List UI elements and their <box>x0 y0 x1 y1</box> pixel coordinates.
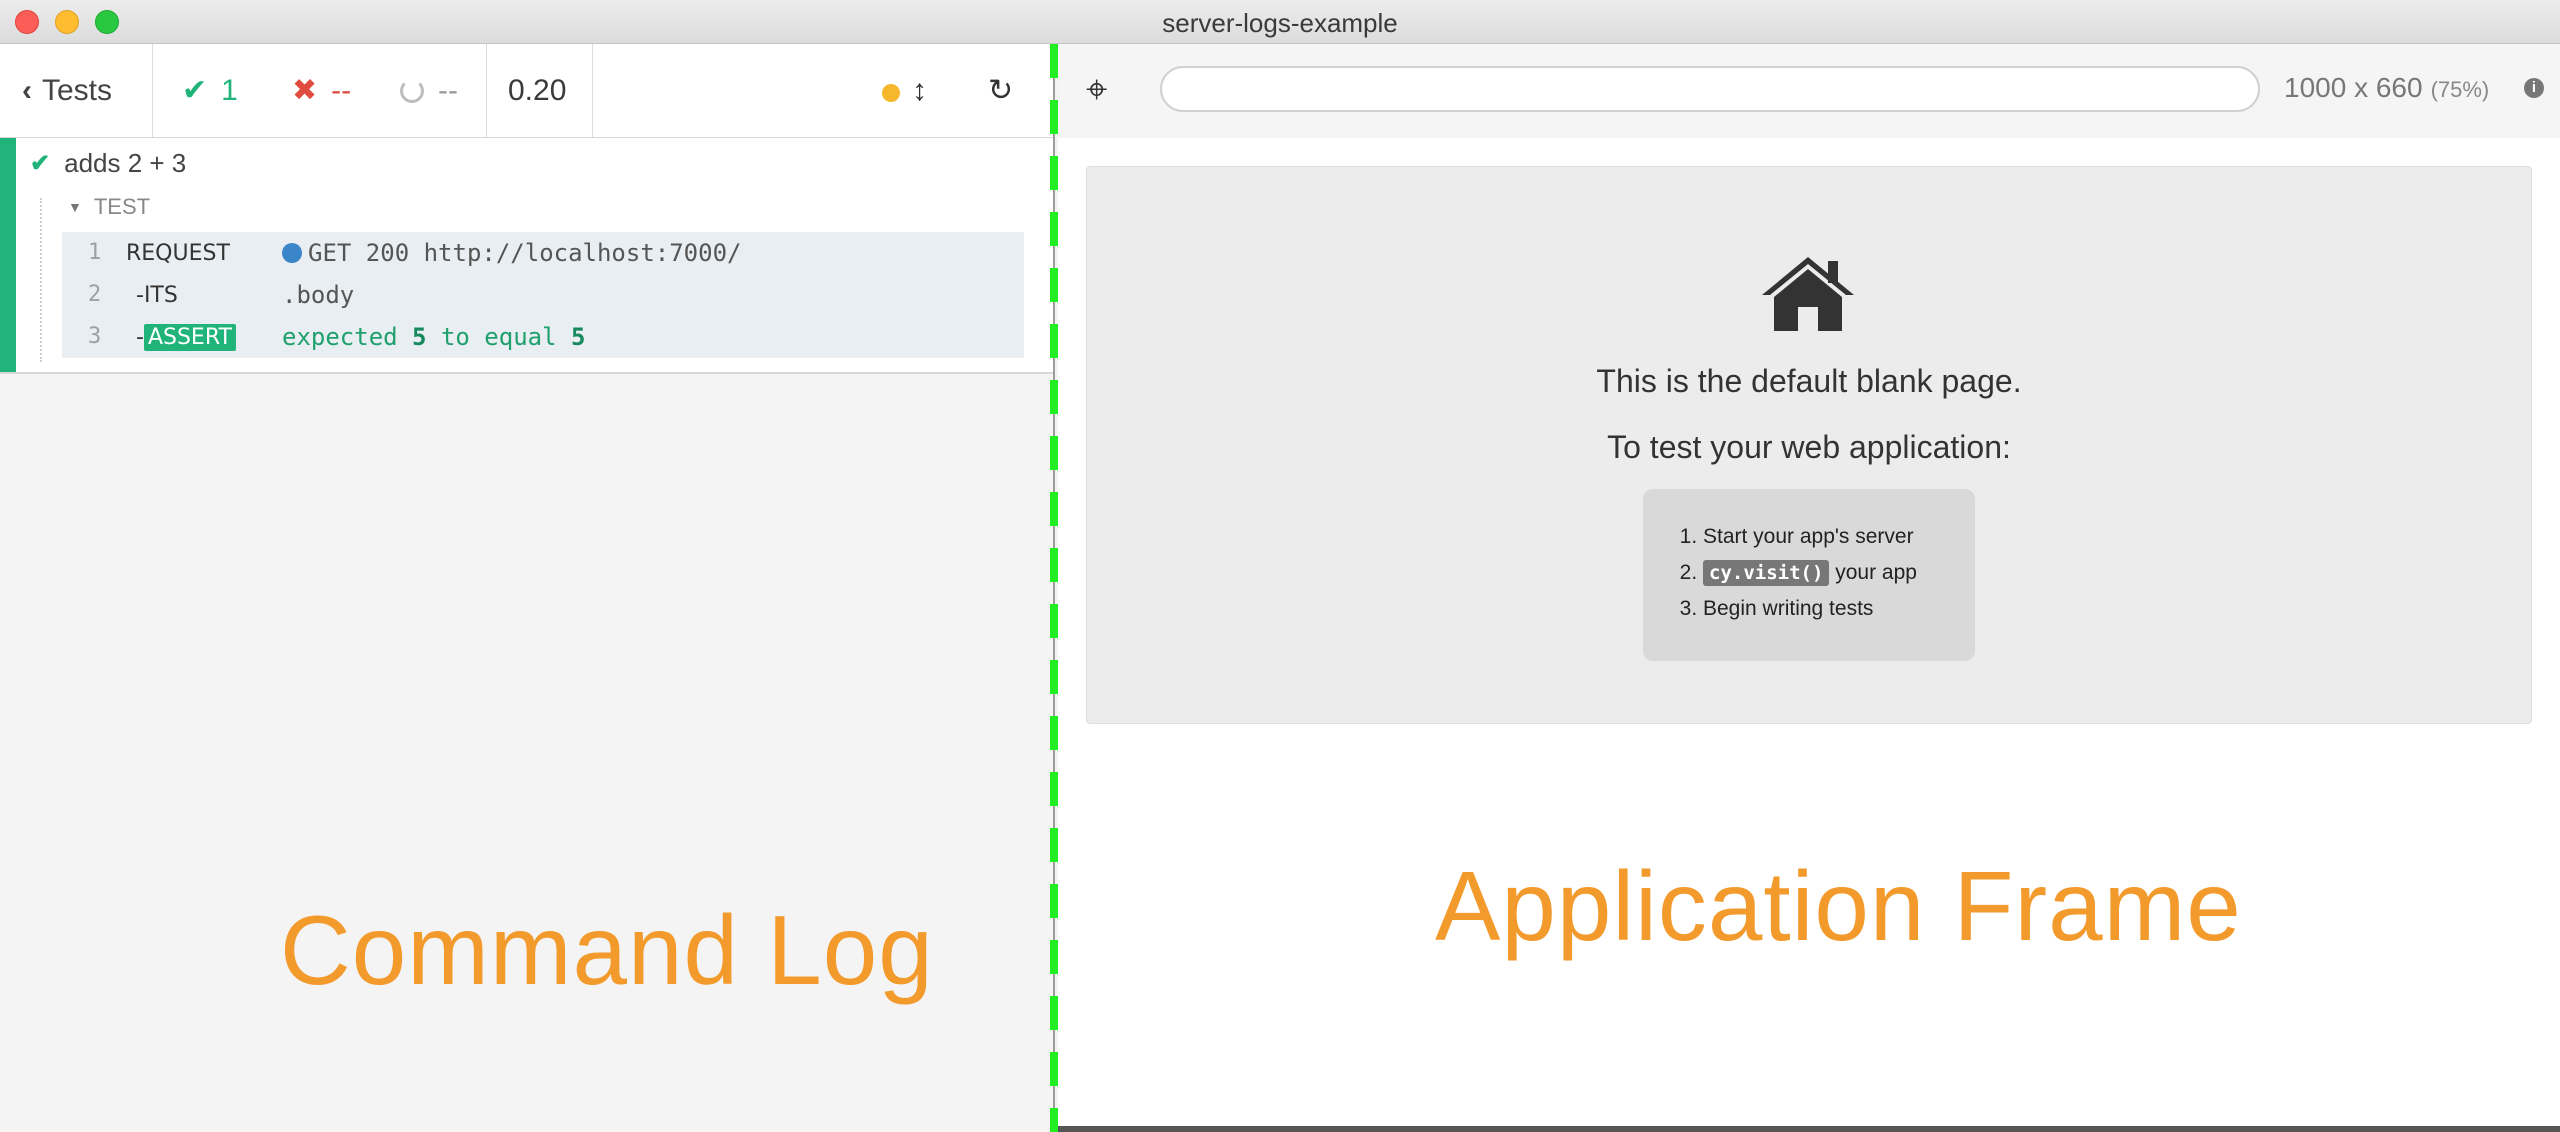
command-number: 1 <box>88 240 102 265</box>
command-prefix: - <box>136 325 144 350</box>
divider <box>152 44 153 137</box>
status-dot <box>882 84 900 102</box>
command-name: REQUEST <box>126 241 230 266</box>
tests-label: Tests <box>42 73 113 107</box>
pending-value: -- <box>438 73 458 107</box>
url-bar[interactable] <box>1160 66 2260 112</box>
runner-header: ⌖ 1000 x 660 (75%) i <box>1058 44 2560 138</box>
resize-icon[interactable]: ↕ <box>912 44 927 137</box>
chevron-left-icon: ‹ <box>22 73 32 107</box>
spinner-icon <box>400 78 424 103</box>
passed-count[interactable]: ✔ 1 <box>182 44 238 137</box>
home-icon <box>1762 257 1854 331</box>
hook-label: TEST <box>93 194 151 219</box>
passed-value: 1 <box>221 73 238 107</box>
assert-actual: 5 <box>412 323 427 351</box>
crosshair-icon[interactable]: ⌖ <box>1086 71 1107 109</box>
viewport-size: 1000 x 660 (75%) <box>2284 72 2489 104</box>
assert-text: to equal <box>426 323 571 351</box>
hook-toggle[interactable]: ▼ TEST <box>68 194 150 220</box>
reporter-panel: ‹ Tests ✔ 1 ✖ -- -- 0.20 ↕ ↻ ✔ adds 2 + … <box>0 44 1055 1132</box>
viewport-dimensions: 1000 x 660 <box>2284 72 2423 103</box>
command-log-label: Command Log <box>280 895 934 1005</box>
test-item[interactable]: ✔ adds 2 + 3 ▼ TEST 1 REQUEST GET 200 ht… <box>0 138 1053 374</box>
blank-page: This is the default blank page. To test … <box>1086 166 2532 724</box>
tests-button[interactable]: ‹ Tests <box>22 44 112 137</box>
failed-value: -- <box>331 73 352 107</box>
reload-icon[interactable]: ↻ <box>988 44 1013 137</box>
command-message: GET 200 http://localhost:7000/ <box>282 239 741 267</box>
assert-expected: 5 <box>571 323 586 351</box>
caret-down-icon: ▼ <box>68 199 82 215</box>
request-text: GET 200 http://localhost:7000/ <box>308 239 742 267</box>
request-dot-icon <box>282 243 302 263</box>
x-icon: ✖ <box>292 74 318 107</box>
steps-list: Start your app's server cy.visit() your … <box>1643 489 1975 627</box>
command-message: .body <box>282 281 355 309</box>
window-titlebar: server-logs-example <box>0 0 2560 44</box>
viewport-scale: (75%) <box>2430 77 2490 102</box>
command-number: 2 <box>88 282 102 307</box>
blank-page-subheading: To test your web application: <box>1607 429 2011 465</box>
steps-box: Start your app's server cy.visit() your … <box>1643 489 1975 661</box>
application-frame: ⌖ 1000 x 660 (75%) i This is the default … <box>1058 44 2560 1132</box>
pass-indicator <box>0 138 16 372</box>
test-title[interactable]: ✔ adds 2 + 3 <box>30 148 186 179</box>
application-frame-label: Application Frame <box>1435 851 2242 961</box>
list-item: cy.visit() your app <box>1703 555 1975 591</box>
check-icon: ✔ <box>30 150 51 177</box>
window-title: server-logs-example <box>1162 8 1398 38</box>
frame-bottom-border <box>1058 1126 2560 1132</box>
assert-text: expected <box>282 323 413 351</box>
command-number: 3 <box>88 324 102 349</box>
command-name: -ITS <box>136 283 178 308</box>
command-list: 1 REQUEST GET 200 http://localhost:7000/… <box>62 232 1024 358</box>
command-name: - ASSERT <box>136 324 236 351</box>
code-snippet: cy.visit() <box>1703 560 1830 586</box>
command-row[interactable]: 3 - ASSERT expected 5 to equal 5 <box>62 316 1024 358</box>
duration: 0.20 <box>508 73 567 107</box>
command-row[interactable]: 2 -ITS .body <box>62 274 1024 316</box>
assert-badge: ASSERT <box>143 324 236 351</box>
check-icon: ✔ <box>182 74 208 107</box>
divider <box>592 44 593 137</box>
test-title-text: adds 2 + 3 <box>64 148 187 178</box>
step-text: your app <box>1829 561 1917 584</box>
command-row[interactable]: 1 REQUEST GET 200 http://localhost:7000/ <box>62 232 1024 274</box>
blank-page-heading: This is the default blank page. <box>1596 363 2022 399</box>
list-item: Begin writing tests <box>1703 591 1975 627</box>
divider <box>486 44 487 137</box>
failed-count[interactable]: ✖ -- <box>292 44 351 137</box>
pending-count[interactable]: -- <box>400 44 458 137</box>
command-message: expected 5 to equal 5 <box>282 323 585 351</box>
info-icon[interactable]: i <box>2524 78 2544 98</box>
hook-guide <box>40 198 42 362</box>
list-item: Start your app's server <box>1703 519 1975 555</box>
reporter-header: ‹ Tests ✔ 1 ✖ -- -- 0.20 ↕ ↻ <box>0 44 1055 138</box>
